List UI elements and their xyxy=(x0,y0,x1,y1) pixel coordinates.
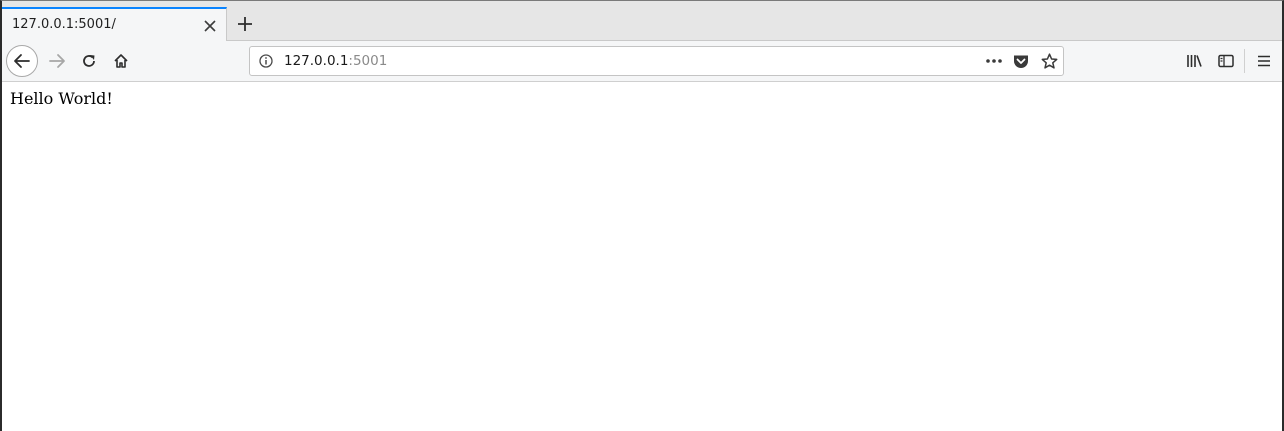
sidebar-icon[interactable] xyxy=(1212,47,1240,75)
pocket-icon[interactable] xyxy=(1012,52,1030,70)
url-bar[interactable]: 127.0.0.1:5001 xyxy=(249,46,1064,76)
url-port: :5001 xyxy=(348,53,388,69)
home-icon[interactable] xyxy=(107,47,135,75)
url-host: 127.0.0.1 xyxy=(284,53,349,69)
reload-icon[interactable] xyxy=(75,47,103,75)
info-icon[interactable] xyxy=(258,53,274,69)
star-icon[interactable] xyxy=(1039,51,1059,71)
plus-icon[interactable] xyxy=(233,12,257,36)
more-dots-icon[interactable] xyxy=(983,52,1005,70)
tab-title: 127.0.0.1:5001/ xyxy=(12,17,116,32)
arrow-left-icon[interactable] xyxy=(6,45,38,77)
tab-strip: 127.0.0.1:5001/ xyxy=(2,7,1282,41)
hamburger-menu-icon[interactable] xyxy=(1250,47,1278,75)
toolbar-separator xyxy=(1244,49,1245,73)
close-icon[interactable] xyxy=(200,16,220,36)
browser-window: 127.0.0.1:5001/ 127.0.0.1:5001 Hello Wor… xyxy=(0,0,1284,431)
tab-active[interactable]: 127.0.0.1:5001/ xyxy=(2,7,227,41)
arrow-right-icon[interactable] xyxy=(43,47,71,75)
url-text[interactable]: 127.0.0.1:5001 xyxy=(284,53,387,69)
page-body-text: Hello World! xyxy=(10,89,113,108)
library-icon[interactable] xyxy=(1180,47,1208,75)
navigation-toolbar: 127.0.0.1:5001 xyxy=(2,41,1282,82)
page-content: Hello World! xyxy=(2,82,1282,431)
